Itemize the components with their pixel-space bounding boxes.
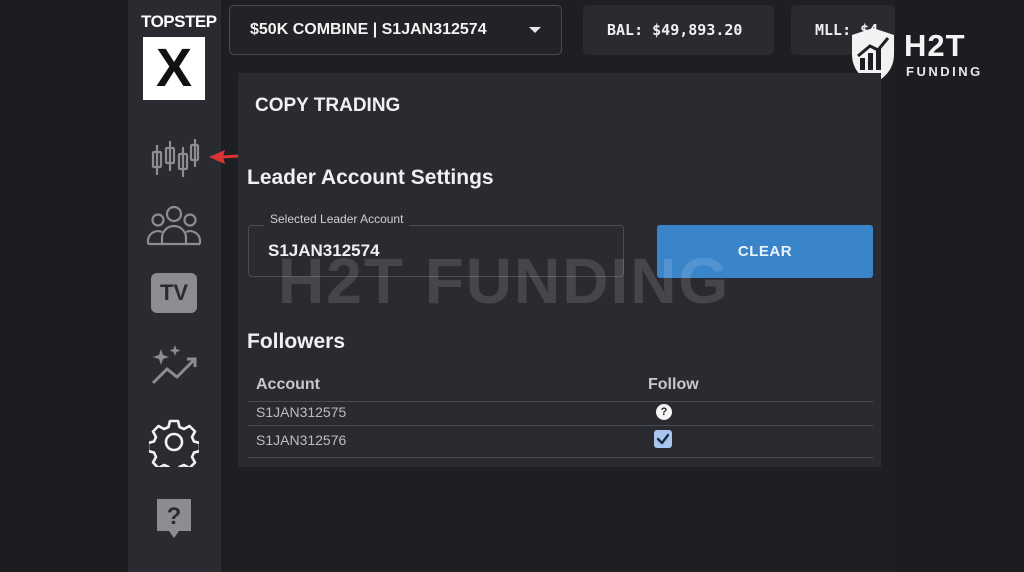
sidebar-item-help[interactable]: ? (143, 494, 205, 544)
gear-icon (149, 419, 199, 467)
leader-account-label: Selected Leader Account (264, 212, 410, 226)
watermark-brand: H2T (904, 28, 966, 63)
column-header-follow: Follow (648, 376, 699, 393)
followers-heading: Followers (247, 330, 346, 353)
sparkle-trend-icon (151, 345, 197, 385)
chevron-down-icon (529, 27, 541, 33)
account-selector[interactable]: $50K COMBINE | S1JAN312574 (229, 5, 562, 55)
brand-name: TOPSTEP (141, 12, 217, 31)
sidebar-item-trading[interactable] (143, 132, 205, 182)
leader-settings-heading: Leader Account Settings (247, 166, 494, 189)
help-icon: ? (157, 499, 191, 538)
table-row-account: S1JAN312575 (256, 404, 347, 420)
account-selector-label: $50K COMBINE | S1JAN312574 (250, 21, 487, 38)
table-divider (248, 401, 873, 402)
column-header-account: Account (256, 376, 320, 393)
balance-display: BAL: $49,893.20 (583, 5, 774, 55)
follow-checkbox[interactable] (654, 430, 672, 448)
table-row-account: S1JAN312576 (256, 432, 347, 448)
checkmark-icon (656, 433, 670, 445)
follow-help-icon[interactable]: ? (656, 404, 672, 420)
svg-text:?: ? (167, 503, 182, 530)
left-margin (0, 0, 128, 572)
table-divider (248, 457, 873, 458)
tv-icon: TV (151, 273, 197, 313)
users-icon (146, 205, 202, 246)
watermark-overlay: H2T FUNDING (278, 245, 731, 317)
candlestick-chart-icon (151, 139, 200, 177)
sidebar-item-insights[interactable] (143, 340, 205, 390)
sidebar-item-settings[interactable] (143, 417, 205, 467)
table-divider (248, 425, 873, 426)
page-title: COPY TRADING (255, 95, 401, 116)
sidebar-item-tradingview[interactable]: TV (143, 268, 205, 318)
watermark-subtitle: FUNDING (906, 64, 983, 79)
sidebar-item-copy-trading[interactable] (143, 200, 205, 250)
brand-logo[interactable]: X (143, 37, 205, 100)
